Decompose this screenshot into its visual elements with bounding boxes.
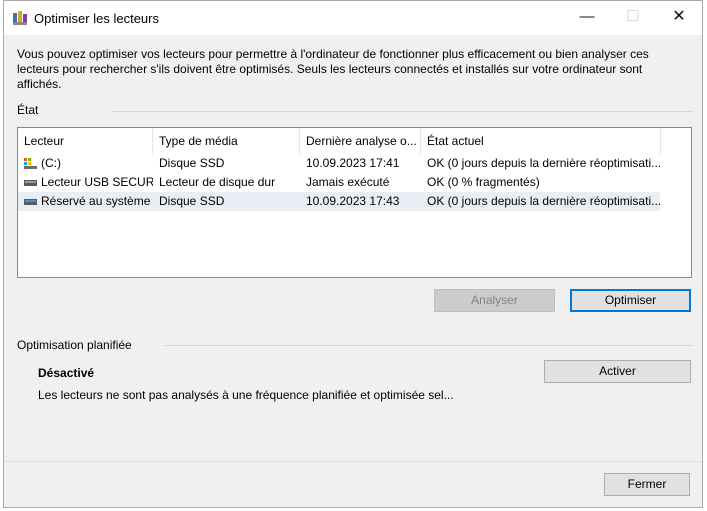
- drives-list[interactable]: Lecteur Type de média Dernière analyse o…: [17, 127, 692, 278]
- optimize-drives-window: Optimiser les lecteurs — ☐ ✕ Vous pouvez…: [3, 0, 703, 508]
- drive-row[interactable]: (C:) Disque SSD 10.09.2023 17:41 OK (0 j…: [18, 154, 660, 173]
- schedule-section-label: Optimisation planifiée: [17, 338, 132, 352]
- title-bar: Optimiser les lecteurs — ☐ ✕: [4, 1, 702, 35]
- maximize-button[interactable]: ☐: [610, 1, 656, 35]
- activate-button[interactable]: Activer: [544, 360, 691, 383]
- column-header-media-type[interactable]: Type de média: [153, 128, 300, 154]
- column-header-drive[interactable]: Lecteur: [18, 128, 153, 154]
- drive-current-state: OK (0 jours depuis la dernière réoptimis…: [427, 194, 660, 208]
- optimize-button[interactable]: Optimiser: [570, 289, 691, 312]
- drive-row[interactable]: Réservé au système Disque SSD 10.09.2023…: [18, 192, 660, 211]
- dialog-footer: Fermer: [4, 461, 702, 507]
- column-header-current-state[interactable]: État actuel: [421, 128, 661, 154]
- drive-name: Réservé au système: [41, 194, 151, 208]
- column-header-last-analysis[interactable]: Dernière analyse o...: [300, 128, 421, 154]
- schedule-separator: [164, 345, 693, 346]
- drive-last-analysis: Jamais exécuté: [306, 175, 390, 189]
- drive-media-type: Lecteur de disque dur: [159, 175, 276, 189]
- defrag-app-icon: [13, 11, 27, 25]
- window-title: Optimiser les lecteurs: [34, 11, 159, 26]
- drive-name: (C:): [41, 156, 61, 170]
- analyze-button[interactable]: Analyser: [434, 289, 555, 312]
- drive-icon: [24, 199, 37, 205]
- drive-media-type: Disque SSD: [159, 156, 225, 170]
- status-separator: [111, 111, 693, 112]
- close-button[interactable]: Fermer: [604, 473, 690, 496]
- drive-current-state: OK (0 jours depuis la dernière réoptimis…: [427, 156, 660, 170]
- close-window-button[interactable]: ✕: [656, 1, 702, 35]
- drive-last-analysis: 10.09.2023 17:41: [306, 156, 400, 170]
- description-text: Vous pouvez optimiser vos lecteurs pour …: [17, 47, 649, 91]
- usb-drive-icon: [24, 180, 37, 186]
- system-drive-icon: [24, 158, 37, 169]
- schedule-description: Les lecteurs ne sont pas analysés à une …: [38, 388, 454, 402]
- status-section-label: État: [17, 103, 39, 117]
- drive-row[interactable]: Lecteur USB SECUR... Lecteur de disque d…: [18, 173, 660, 192]
- schedule-state: Désactivé: [38, 366, 95, 380]
- drive-current-state: OK (0 % fragmentés): [427, 175, 540, 189]
- drive-last-analysis: 10.09.2023 17:43: [306, 194, 400, 208]
- drive-media-type: Disque SSD: [159, 194, 225, 208]
- minimize-button[interactable]: —: [564, 1, 610, 35]
- drive-name: Lecteur USB SECUR...: [41, 175, 153, 189]
